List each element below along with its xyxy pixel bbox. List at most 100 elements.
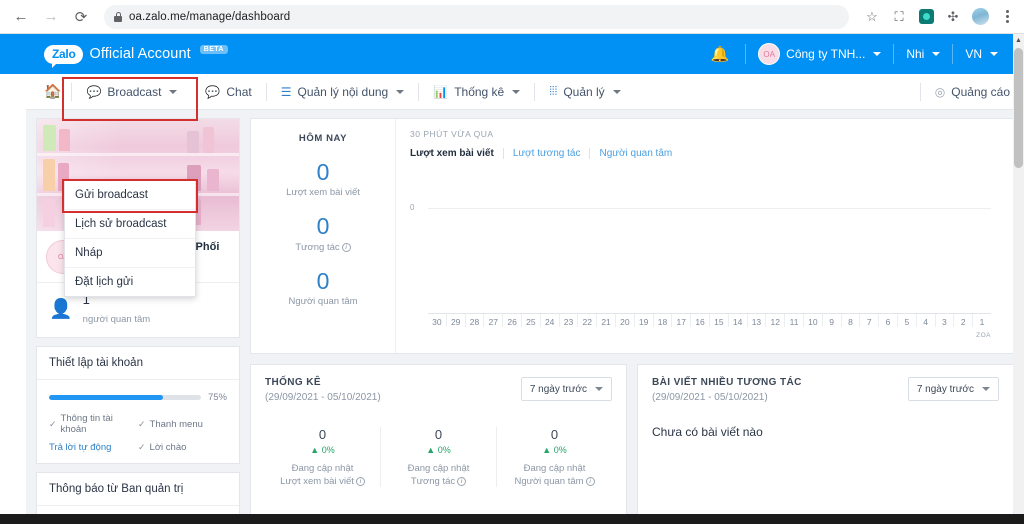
stat-value: 0 — [318, 427, 327, 442]
setup-item-label: Lời chào — [149, 442, 187, 453]
beta-badge: BETA — [199, 44, 228, 54]
statistics-range-select[interactable]: 7 ngày trước — [520, 377, 612, 401]
stat-status: Đang cập nhật — [523, 463, 586, 474]
chevron-down-icon — [990, 52, 998, 56]
forward-arrow-icon[interactable]: → — [38, 4, 64, 30]
setup-item-auto-reply[interactable]: Trả lời tự động — [49, 442, 138, 453]
scroll-up-arrow[interactable]: ▲ — [1013, 34, 1024, 46]
main-content: HÔM NAY 0 Lượt xem bài viết 0 Tương tác i… — [250, 118, 1014, 524]
kebab-menu-icon[interactable] — [998, 8, 1016, 26]
x-axis-tick: 17 — [671, 314, 690, 327]
x-axis-tick: 24 — [539, 314, 559, 327]
nav-item-chat[interactable]: 💬 Chat — [191, 74, 265, 110]
statistics-header: THỐNG KÊ (29/09/2021 - 05/10/2021) 7 ngà… — [265, 377, 612, 403]
info-icon[interactable]: i — [585, 477, 595, 486]
notification-bell-icon[interactable]: 🔔 — [694, 45, 745, 63]
nav-item-management[interactable]: ⦙⦙⦙ Quản lý — [535, 74, 634, 110]
x-axis-tick: 3 — [934, 314, 954, 327]
x-axis: 30 29 28 27 26 25 24 23 22 21 20 19 18 17 16 15 14 13 12 11… — [428, 313, 991, 327]
setup-item-menu-bar[interactable]: ✓ Thanh menu — [138, 413, 227, 435]
nav-item-label: Chat — [226, 84, 252, 99]
progress-fill — [49, 395, 163, 400]
address-bar[interactable]: oa.zalo.me/manage/dashboard — [104, 4, 849, 29]
panel-title: THỐNG KÊ — [265, 377, 321, 388]
scroll-thumb[interactable] — [1014, 48, 1023, 168]
account-switcher[interactable]: OA Công ty TNH... — [746, 43, 893, 65]
nav-item-home[interactable]: 🏠 — [44, 74, 71, 110]
tab-followers[interactable]: Người quan tâm — [590, 148, 681, 159]
setup-item-account-info[interactable]: ✓ Thông tin tài khoản — [49, 413, 138, 435]
language-selector[interactable]: VN — [953, 47, 1010, 61]
x-axis-tick: 4 — [915, 314, 935, 327]
panel-date-range: (29/09/2021 - 05/10/2021) — [652, 392, 768, 403]
stat-name: Lượt xem bài viết i — [269, 476, 376, 487]
stat-interactions: 0 ▲ 0% Đang cập nhật Tương tác i — [380, 427, 496, 487]
metric-value: 0 — [316, 213, 330, 240]
check-icon: ✓ — [49, 418, 57, 429]
chevron-down-icon — [932, 52, 941, 56]
x-axis-tick: 15 — [708, 314, 728, 327]
select-value: 7 ngày trước — [916, 383, 974, 395]
posts-range-select[interactable]: 7 ngày trước — [907, 377, 999, 401]
back-arrow-icon[interactable]: ← — [8, 4, 34, 30]
grid-apps-icon: ⦙⦙⦙ — [549, 84, 558, 98]
today-metric-interactions: 0 Tương tác i — [295, 213, 351, 253]
menu-item-send-broadcast[interactable]: Gửi broadcast — [65, 181, 195, 210]
x-axis-tick: 2 — [953, 314, 972, 327]
left-gutter — [0, 74, 26, 514]
x-axis-tick: 11 — [784, 314, 803, 327]
nav-item-label: Quản lý — [563, 84, 605, 99]
metric-label: Người quan tâm — [288, 295, 358, 307]
x-axis-tick: 22 — [577, 314, 596, 327]
page-scrollbar[interactable]: ▲ — [1013, 34, 1024, 512]
toolbar-icons: ☆ ⛶ ✣ — [859, 8, 1016, 26]
menu-item-draft[interactable]: Nháp — [65, 239, 195, 268]
profile-avatar-icon[interactable] — [971, 8, 989, 26]
setup-item-greeting[interactable]: ✓ Lời chào — [138, 442, 227, 453]
stat-status: Đang cập nhật — [291, 463, 354, 474]
stat-delta: ▲ 0% — [426, 445, 451, 455]
x-axis-tick: 8 — [840, 314, 860, 327]
x-axis-tick: 30 — [432, 317, 442, 327]
star-icon[interactable]: ☆ — [863, 8, 881, 26]
nav-item-ads[interactable]: ◎ Quảng cáo — [921, 74, 1024, 110]
x-axis-tick: 21 — [596, 314, 615, 327]
info-icon[interactable]: i — [457, 477, 467, 486]
x-axis-tick: 19 — [633, 314, 653, 327]
nav-item-broadcast[interactable]: 💬 Broadcast — [72, 74, 191, 110]
nav-item-label: Thống kê — [454, 84, 505, 99]
browser-toolbar: ← → ⟳ oa.zalo.me/manage/dashboard ☆ ⛶ ✣ — [0, 0, 1024, 34]
screen-capture-icon[interactable]: ⛶ — [890, 8, 908, 26]
nav-item-content-management[interactable]: ☰ Quản lý nội dung — [267, 74, 419, 110]
today-metric-followers: 0 Người quan tâm — [288, 268, 358, 307]
menu-item-schedule-send[interactable]: Đặt lịch gửi — [65, 268, 195, 296]
user-menu[interactable]: Nhi — [894, 47, 952, 61]
bar-chart-icon: 📊 — [433, 84, 449, 99]
info-icon[interactable]: i — [355, 477, 365, 486]
extension-icon[interactable] — [917, 8, 935, 26]
nav-item-statistics[interactable]: 📊 Thống kê — [419, 74, 534, 110]
x-axis-tick: 16 — [690, 314, 709, 327]
app-header: Zalo Official Account BETA 🔔 OA Công ty … — [0, 34, 1024, 74]
today-column: HÔM NAY 0 Lượt xem bài viết 0 Tương tác i… — [251, 119, 396, 353]
nav-item-label: Quản lý nội dung — [297, 84, 389, 99]
user-name: Nhi — [906, 47, 925, 61]
setup-title: Thiết lập tài khoản — [37, 347, 239, 380]
dashboard-page: OA Công ty TNHH Phân Phối Mỹ Phẩm NewSki… — [0, 110, 1024, 524]
reload-icon[interactable]: ⟳ — [68, 4, 94, 30]
today-title: HÔM NAY — [298, 133, 348, 144]
tab-interactions[interactable]: Lượt tương tác — [504, 148, 590, 159]
x-axis-tick: 25 — [520, 314, 540, 327]
empty-state-message: Chưa có bài viết nào — [652, 425, 763, 439]
language-label: VN — [965, 47, 982, 61]
metric-value: 0 — [316, 159, 330, 185]
zero-gridline — [428, 208, 991, 209]
info-icon[interactable]: i — [341, 242, 351, 252]
broadcast-dropdown-menu[interactable]: Gửi broadcast Lịch sử broadcast Nháp Đặt… — [64, 180, 196, 297]
brand-logo[interactable]: Zalo Official Account BETA — [44, 44, 228, 68]
tab-post-views[interactable]: Lượt xem bài viết — [410, 148, 503, 159]
chat-icon: 💬 — [205, 84, 221, 99]
stat-post-views: 0 ▲ 0% Đang cập nhật Lượt xem bài viết i — [265, 427, 380, 487]
menu-item-broadcast-history[interactable]: Lịch sử broadcast — [65, 210, 195, 239]
extension-puzzle-icon[interactable]: ✣ — [944, 8, 962, 26]
